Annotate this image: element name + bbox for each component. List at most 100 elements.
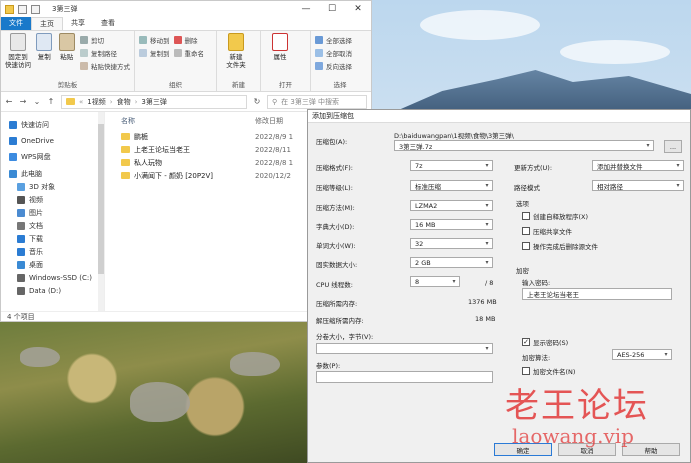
nav-item[interactable]: 3D 对象: [1, 180, 104, 193]
folder-icon: [121, 133, 130, 140]
nav-item[interactable]: 下载: [1, 232, 104, 245]
delete-button[interactable]: 删除: [173, 35, 205, 45]
folder-icon: [5, 4, 14, 14]
chevron-down-icon[interactable]: ⌄: [33, 97, 41, 106]
up-arrow-icon[interactable]: ↑: [47, 97, 55, 106]
forward-arrow-icon[interactable]: →: [19, 97, 27, 106]
nav-item[interactable]: 文档: [1, 219, 104, 232]
path-mode-select[interactable]: 相对路径 ▾: [592, 180, 684, 191]
properties-button[interactable]: 属性: [265, 33, 295, 79]
cloud: [420, 10, 540, 40]
nav-item[interactable]: 桌面: [1, 258, 104, 271]
select-group: 全部选择 全部取消 反向选择 选择: [311, 31, 369, 91]
copy-to-button[interactable]: 复制到: [139, 48, 170, 58]
nav-scrollbar[interactable]: [98, 112, 104, 311]
tab-view[interactable]: 查看: [93, 17, 123, 30]
paste-button[interactable]: 粘贴: [58, 33, 77, 79]
select-none-button[interactable]: 全部取消: [315, 48, 352, 58]
dict-label: 字典大小(D):: [316, 223, 355, 231]
organize-group-label: 组织: [169, 81, 182, 89]
copy-path-icon: [80, 49, 88, 57]
shared-files-checkbox[interactable]: 压缩共享文件: [522, 226, 572, 236]
properties-quick-icon[interactable]: [18, 4, 27, 14]
invert-selection-button[interactable]: 反向选择: [315, 61, 352, 71]
music-icon: [17, 247, 25, 256]
nav-item[interactable]: 图片: [1, 206, 104, 219]
back-arrow-icon[interactable]: ←: [5, 97, 13, 106]
delete-after-checkbox[interactable]: 操作完成后删除源文件: [522, 241, 598, 251]
mem-decompress-label: 解压缩所需内存:: [316, 317, 364, 325]
method-select[interactable]: LZMA2 ▾: [410, 200, 493, 211]
archive-name-combo[interactable]: 3第三弹.7z ▾: [394, 140, 654, 151]
watermark-url: laowang.vip: [512, 424, 634, 448]
move-to-button[interactable]: 移动到: [139, 35, 170, 45]
copy-button[interactable]: 复制: [35, 33, 54, 79]
nav-item[interactable]: Windows-SSD (C:): [1, 271, 104, 284]
new-folder-button[interactable]: 新建 文件夹: [221, 33, 251, 79]
nav-item[interactable]: Data (D:): [1, 284, 104, 297]
select-all-icon: [315, 36, 323, 44]
folder-icon: [121, 146, 130, 153]
paste-shortcut-button[interactable]: 粘贴快捷方式: [80, 61, 130, 71]
pin-quick-access-button[interactable]: 固定到 快速访问: [5, 33, 31, 79]
word-select[interactable]: 32 ▾: [410, 238, 493, 249]
encryption-method-label: 加密算法:: [522, 354, 551, 362]
mem-decompress-value: 18 MB: [475, 315, 496, 323]
sfx-checkbox[interactable]: 创建自释放程序(X): [522, 211, 588, 221]
column-name[interactable]: 名称: [121, 116, 255, 126]
solid-select[interactable]: 2 GB ▾: [410, 257, 493, 268]
level-label: 压缩等级(L):: [316, 184, 353, 192]
update-select[interactable]: 添加并替换文件 ▾: [592, 160, 684, 171]
nav-item[interactable]: WPS网盘: [1, 150, 104, 163]
nav-item[interactable]: 视频: [1, 193, 104, 206]
method-label: 压缩方法(M):: [316, 204, 355, 212]
rock: [230, 352, 280, 376]
nav-item[interactable]: 此电脑: [1, 167, 104, 180]
tab-share[interactable]: 共享: [63, 17, 93, 30]
chevron-down-icon: ▾: [646, 142, 650, 149]
column-date-modified[interactable]: 修改日期: [255, 116, 283, 126]
nav-item[interactable]: 快速访问: [1, 118, 104, 131]
password-input[interactable]: 上老王论坛当老王: [522, 288, 672, 300]
format-select[interactable]: 7z ▾: [410, 160, 493, 171]
image-icon: [17, 208, 25, 217]
chevron-down-icon: ▾: [664, 351, 668, 358]
nav-item[interactable]: OneDrive: [1, 134, 104, 147]
level-select[interactable]: 标准压缩 ▾: [410, 180, 493, 191]
encryption-method-select[interactable]: AES-256 ▾: [612, 349, 672, 360]
nav-scrollbar-thumb[interactable]: [98, 124, 104, 274]
close-button[interactable]: ✕: [345, 4, 371, 14]
refresh-icon[interactable]: ↻: [253, 97, 261, 106]
browse-button[interactable]: ...: [664, 140, 682, 153]
maximize-button[interactable]: ☐: [319, 4, 345, 14]
show-password-checkbox[interactable]: ✓ 显示密码(S): [522, 337, 568, 347]
encrypt-names-checkbox[interactable]: 加密文件名(N): [522, 366, 575, 376]
new-folder-quick-icon[interactable]: [31, 4, 40, 14]
chevron-down-icon: ▾: [676, 162, 680, 169]
nav-item[interactable]: 音乐: [1, 245, 104, 258]
params-input[interactable]: [316, 371, 493, 383]
dialog-title: 添加到压缩包: [308, 110, 690, 123]
select-all-button[interactable]: 全部选择: [315, 35, 352, 45]
computer-icon: [9, 169, 17, 178]
scissors-icon: [80, 36, 88, 44]
threads-select[interactable]: 8 ▾: [410, 276, 460, 287]
breadcrumb-item[interactable]: 3第三弹: [141, 97, 166, 107]
copy-path-button[interactable]: 复制路径: [80, 48, 130, 58]
archive-label: 压缩包(A):: [316, 138, 348, 146]
address-bar[interactable]: « 1视频 › 食物 › 3第三弹: [61, 94, 247, 109]
file-date: 2022/8/11: [255, 145, 291, 154]
cut-button[interactable]: 剪切: [80, 35, 130, 45]
split-select[interactable]: ▾: [316, 343, 493, 354]
minimize-button[interactable]: —: [293, 4, 319, 14]
tab-file[interactable]: 文件: [1, 17, 31, 30]
drive-icon: [17, 286, 25, 295]
tab-home[interactable]: 主页: [31, 17, 63, 30]
copy-icon: [36, 33, 53, 51]
rename-button[interactable]: 重命名: [173, 48, 204, 58]
search-box[interactable]: ⚲ 在 3第三弹 中搜索: [267, 94, 367, 109]
dict-select[interactable]: 16 MB ▾: [410, 219, 493, 230]
breadcrumb-item[interactable]: 食物: [117, 97, 131, 107]
threads-label: CPU 线程数:: [316, 281, 353, 289]
breadcrumb-item[interactable]: 1视频: [87, 97, 105, 107]
